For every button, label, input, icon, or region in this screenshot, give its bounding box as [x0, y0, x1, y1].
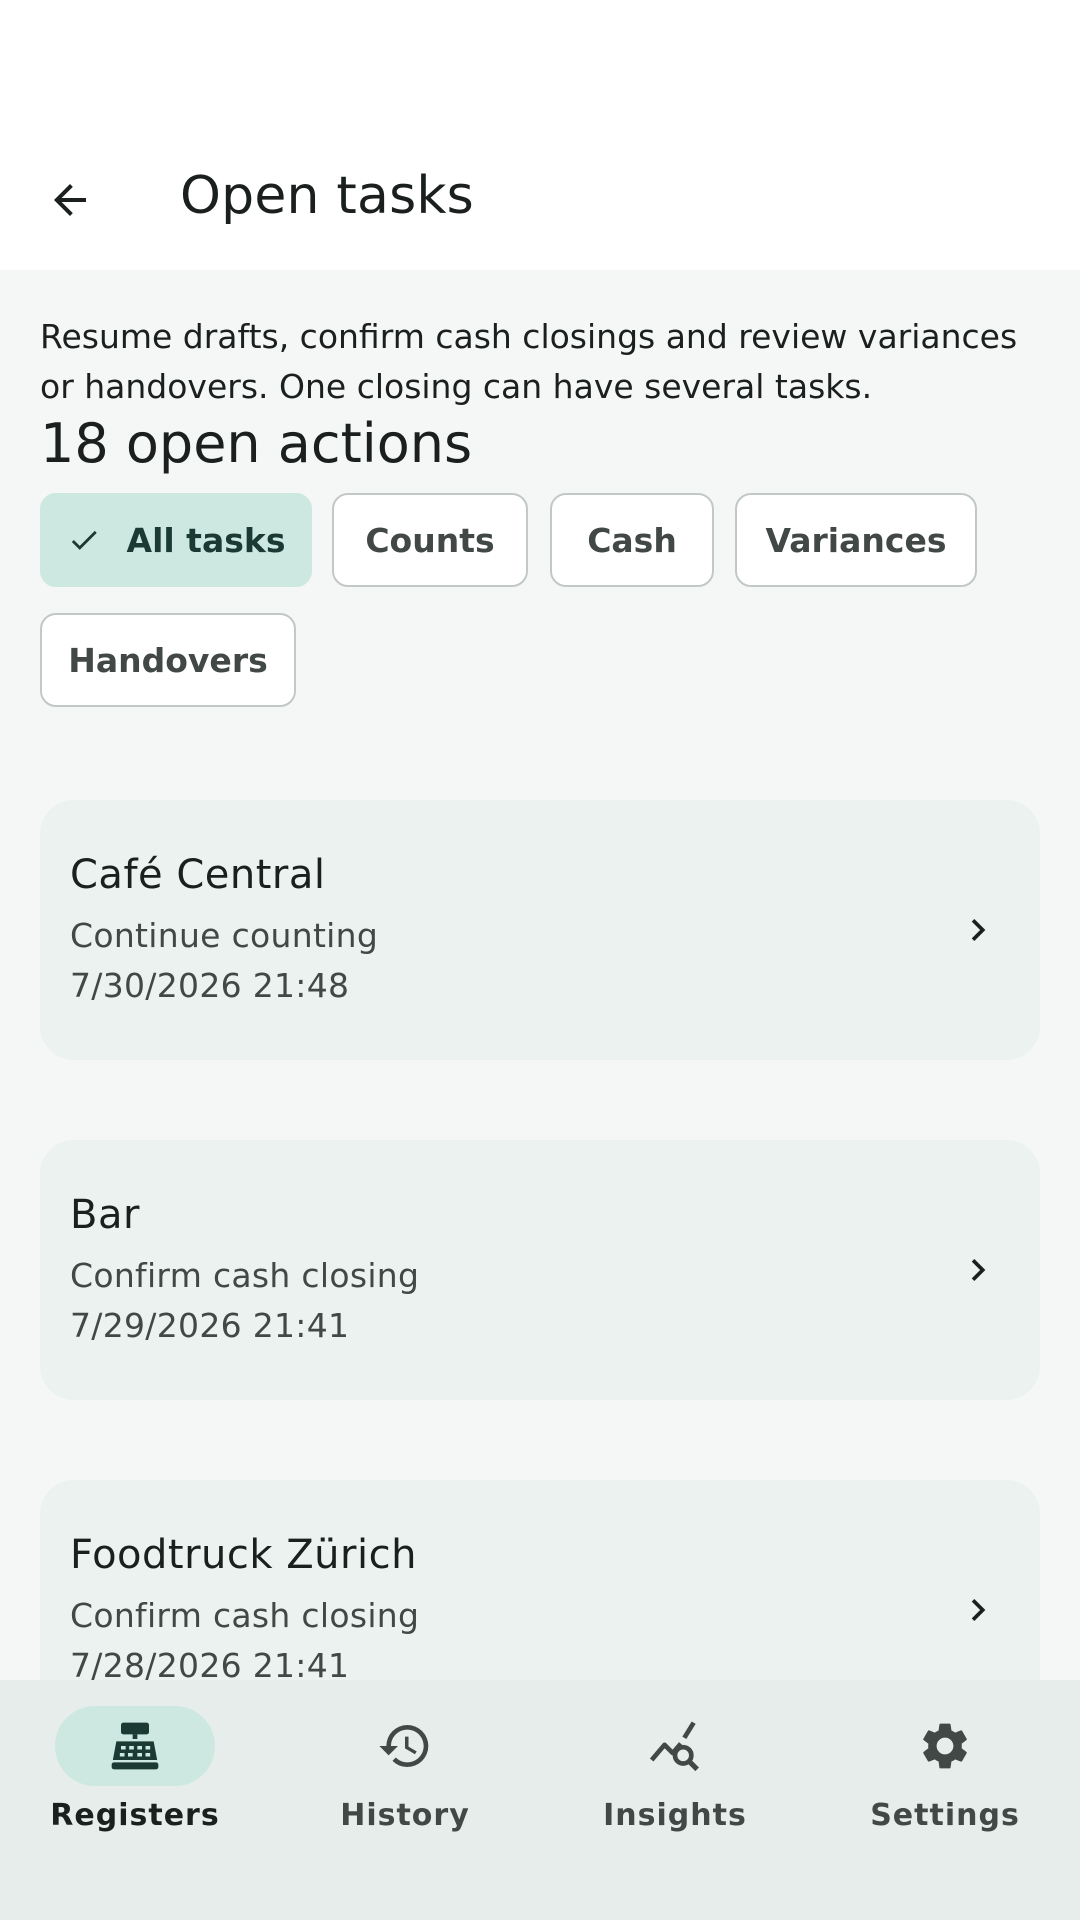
- task-type: Confirm cash closing: [70, 1596, 420, 1635]
- check-icon: [67, 523, 101, 557]
- filter-chip-label: Cash: [587, 520, 677, 560]
- nav-item-insights[interactable]: Insights: [540, 1680, 810, 1860]
- nav-item-settings[interactable]: Settings: [810, 1680, 1080, 1860]
- chevron-right-icon: [971, 1599, 986, 1621]
- register-name: Foodtruck Zürich: [70, 1532, 417, 1578]
- arrow-back-icon: [54, 184, 86, 216]
- nav-label: Insights: [603, 1798, 747, 1833]
- open-actions-count: 18 open actions: [40, 412, 473, 475]
- filter-chip-handovers[interactable]: Handovers: [40, 613, 296, 707]
- nav-label: Settings: [870, 1798, 1020, 1833]
- task-timestamp: 7/29/2026 21:41: [70, 1306, 350, 1345]
- chevron-right-icon: [971, 919, 986, 941]
- bottom-navigation: Registers History Insights Settings: [0, 1680, 1080, 1920]
- page-title: Open tasks: [180, 166, 474, 226]
- nav-item-history[interactable]: History: [270, 1680, 540, 1860]
- history-icon: [379, 1725, 429, 1767]
- filter-chip-label: All tasks: [126, 520, 286, 560]
- filter-chip-label: Counts: [365, 520, 495, 560]
- filter-chip-all-tasks[interactable]: All tasks: [40, 493, 312, 587]
- nav-label: History: [340, 1798, 470, 1833]
- task-timestamp: 7/30/2026 21:48: [70, 966, 350, 1005]
- nav-item-registers[interactable]: Registers: [0, 1680, 270, 1860]
- gear-icon: [923, 1723, 967, 1769]
- task-type: Continue counting: [70, 916, 379, 955]
- insights-icon: [649, 1721, 699, 1772]
- task-type: Confirm cash closing: [70, 1256, 420, 1295]
- filter-chip-cash[interactable]: Cash: [550, 493, 714, 587]
- filter-chip-label: Handovers: [68, 640, 268, 680]
- task-card[interactable]: Café Central Continue counting 7/30/2026…: [40, 800, 1040, 1060]
- page-description: Resume drafts, confirm cash closings and…: [40, 317, 1018, 406]
- chevron-right-icon: [971, 1259, 986, 1281]
- cash-register-icon: [111, 1722, 159, 1770]
- status-bar: [0, 0, 1080, 130]
- filter-chip-counts[interactable]: Counts: [332, 493, 528, 587]
- top-app-bar: Open tasks: [0, 130, 1080, 270]
- back-button[interactable]: [30, 160, 110, 240]
- register-name: Bar: [70, 1192, 140, 1238]
- task-card[interactable]: Bar Confirm cash closing 7/29/2026 21:41: [40, 1140, 1040, 1400]
- register-name: Café Central: [70, 852, 326, 898]
- filter-chip-label: Variances: [765, 520, 947, 560]
- nav-label: Registers: [50, 1798, 220, 1833]
- filter-chip-variances[interactable]: Variances: [735, 493, 977, 587]
